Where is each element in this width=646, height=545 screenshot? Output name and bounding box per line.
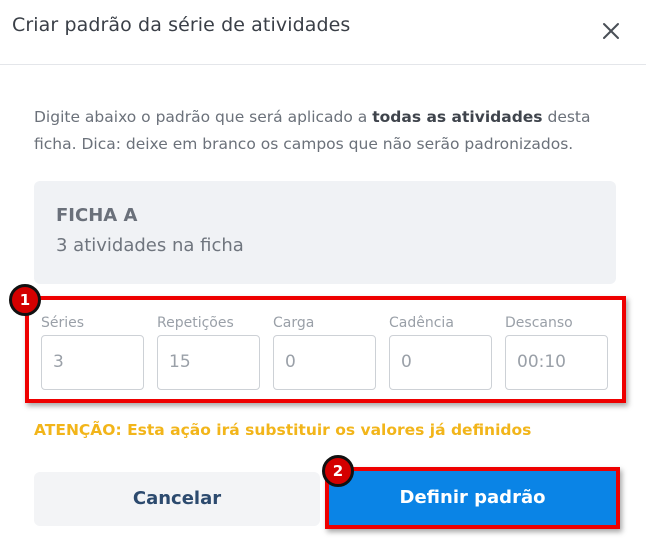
- ficha-title: FICHA A: [56, 205, 138, 226]
- define-pattern-button[interactable]: Definir padrão: [329, 471, 616, 525]
- annotation-highlight-fields: [25, 296, 626, 403]
- warning-text: ATENÇÃO: Esta ação irá substituir os val…: [34, 421, 532, 439]
- ficha-card: FICHA A 3 atividades na ficha: [34, 181, 616, 284]
- annotation-badge-2: 2: [322, 455, 354, 487]
- cancel-button[interactable]: Cancelar: [34, 472, 320, 526]
- close-icon: [603, 23, 619, 39]
- annotation-highlight-confirm: Definir padrão: [325, 467, 620, 529]
- ficha-activity-count: 3 atividades na ficha: [56, 235, 244, 256]
- dialog-title: Criar padrão da série de atividades: [12, 14, 351, 36]
- dialog: Criar padrão da série de atividades Digi…: [0, 0, 646, 545]
- intro-text-before: Digite abaixo o padrão que será aplicado…: [34, 108, 373, 126]
- annotation-badge-1: 1: [9, 284, 41, 316]
- dialog-header: Criar padrão da série de atividades: [0, 0, 646, 65]
- intro-text-bold: todas as atividades: [372, 108, 543, 126]
- close-button[interactable]: [598, 18, 624, 44]
- intro-text: Digite abaixo o padrão que será aplicado…: [34, 104, 624, 158]
